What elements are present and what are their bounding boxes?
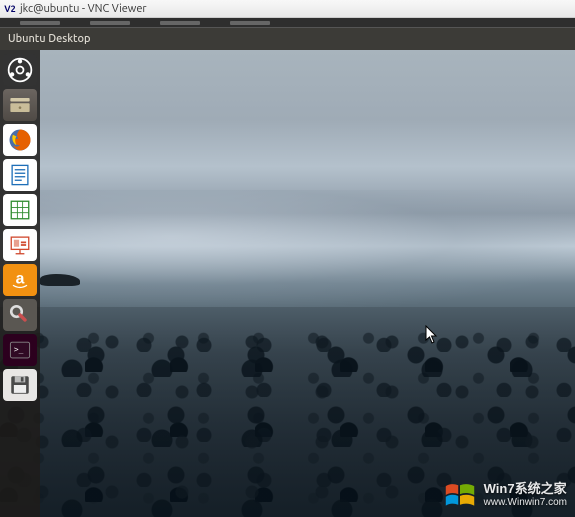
watermark-line1: Win7系统之家 [484, 481, 567, 497]
firefox-icon [6, 126, 34, 154]
vnc-titlebar: V2 jkc@ubuntu - VNC Viewer [0, 0, 575, 18]
gear-wrench-icon [6, 301, 34, 329]
files-icon [6, 91, 34, 119]
document-writer-icon [6, 161, 34, 189]
watermark-line2: www.Winwin7.com [484, 497, 567, 509]
launcher-item-terminal[interactable]: >_ [3, 334, 37, 366]
launcher-item-files[interactable] [3, 89, 37, 121]
ubuntu-dash-icon [6, 56, 34, 84]
ubuntu-top-panel: Ubuntu Desktop [0, 28, 575, 50]
terminal-icon: >_ [6, 336, 34, 364]
launcher-item-dash[interactable] [3, 54, 37, 86]
panel-title: Ubuntu Desktop [8, 33, 90, 45]
desktop-area[interactable]: a >_ [0, 50, 575, 517]
unity-launcher: a >_ [0, 50, 40, 517]
launcher-item-writer[interactable] [3, 159, 37, 191]
watermark: Win7系统之家 www.Winwin7.com [442, 479, 567, 511]
launcher-item-firefox[interactable] [3, 124, 37, 156]
desktop-wallpaper [0, 50, 575, 517]
svg-text:a: a [16, 271, 25, 288]
launcher-item-calc[interactable] [3, 194, 37, 226]
launcher-item-amazon[interactable]: a [3, 264, 37, 296]
windows-logo-icon [442, 479, 478, 511]
vnc-window-title: jkc@ubuntu - VNC Viewer [20, 3, 147, 15]
presentation-impress-icon [6, 231, 34, 259]
spreadsheet-calc-icon [6, 196, 34, 224]
launcher-item-impress[interactable] [3, 229, 37, 261]
launcher-item-disk[interactable] [3, 369, 37, 401]
wallpaper-rock [40, 274, 80, 286]
launcher-item-settings[interactable] [3, 299, 37, 331]
svg-text:>_: >_ [14, 345, 24, 354]
amazon-icon: a [6, 266, 34, 294]
vnc-logo-icon: V2 [4, 3, 16, 15]
floppy-disk-icon [6, 371, 34, 399]
background-window-bar [0, 18, 575, 28]
